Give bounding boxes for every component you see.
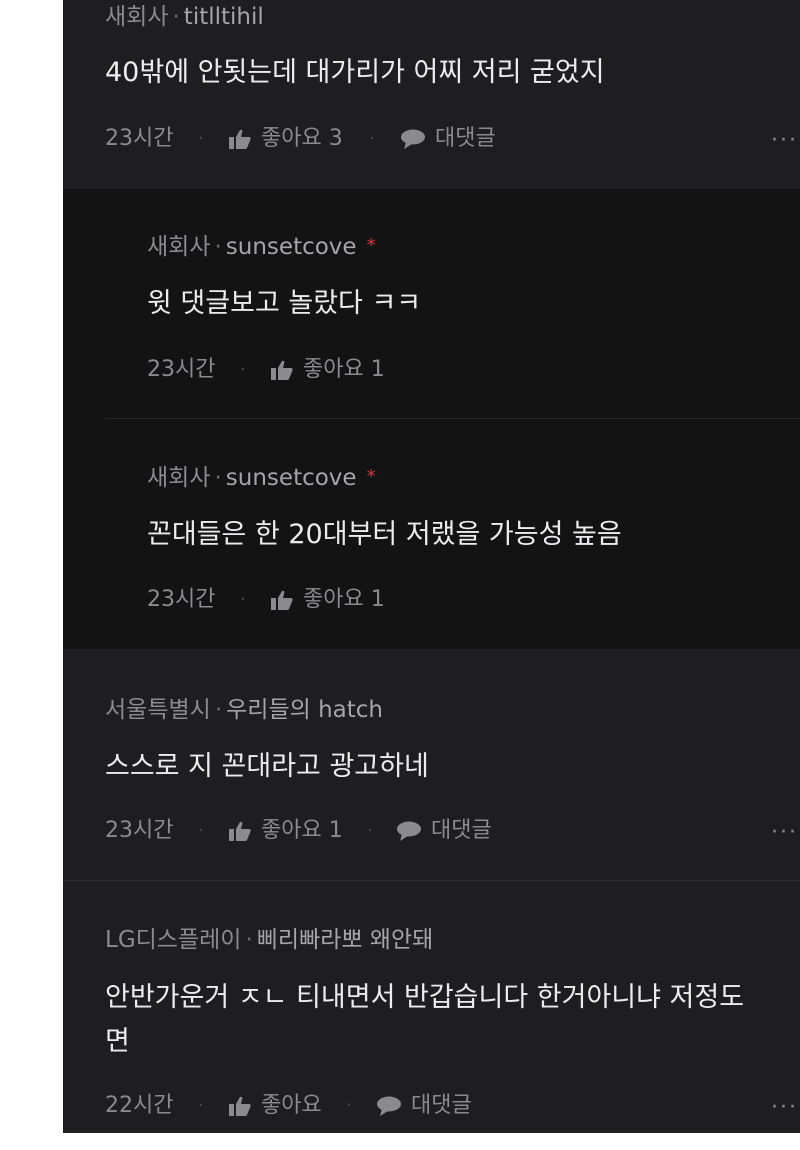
reply-label: 대댓글	[435, 126, 496, 151]
comment-meta: 새회사 · titlltihil	[105, 2, 264, 32]
like-count: 좋아요 3	[261, 126, 343, 151]
like-button[interactable]: 좋아요 1	[229, 816, 343, 846]
comment-author[interactable]: 삐리빠라뽀 왜안돼	[257, 927, 434, 953]
reply-button[interactable]: 대댓글	[397, 816, 492, 846]
more-dots-icon[interactable]: ···	[771, 1093, 798, 1123]
action-separator: ·	[346, 1095, 352, 1116]
reply-item: 새회사 · sunsetcove * 윗 댓글보고 놀랐다 ㅋㅋ 23시간 · 좋아요…	[105, 189, 800, 419]
action-separator: ·	[198, 1095, 204, 1116]
more-dots-icon[interactable]: ···	[771, 818, 798, 848]
comment-actions: 23시간 · 좋아요 1 · 대댓글 ···	[105, 816, 800, 846]
reply-label: 대댓글	[411, 1093, 472, 1118]
reply-label: 대댓글	[431, 818, 492, 843]
like-count: 좋아요 1	[303, 357, 385, 382]
action-separator: ·	[240, 359, 246, 380]
comment-location: 새회사	[105, 4, 169, 30]
comment-meta: 서울특별시 · 우리들의 hatch	[105, 695, 383, 725]
like-count: 좋아요 1	[261, 818, 343, 843]
like-count: 좋아요	[261, 1093, 322, 1118]
like-button[interactable]: 좋아요	[229, 1091, 322, 1121]
comment-text-line-2: 면	[105, 1026, 130, 1057]
comment-meta: LG디스플레이 · 삐리빠라뽀 왜안돼	[105, 925, 433, 955]
thumbs-up-icon	[229, 1096, 251, 1116]
more-dots-icon[interactable]: ···	[771, 126, 798, 156]
meta-separator: ·	[245, 927, 253, 953]
comment-author[interactable]: 우리들의 hatch	[226, 697, 383, 723]
reply-location: 새회사	[147, 234, 211, 260]
like-button[interactable]: 좋아요 3	[229, 124, 343, 154]
reply-button[interactable]: 대댓글	[377, 1091, 472, 1121]
reply-location: 새회사	[147, 465, 211, 491]
meta-separator: ·	[214, 465, 222, 491]
speech-bubble-icon	[401, 129, 425, 149]
reply-item: 새회사 · sunsetcove * 꼰대들은 한 20대부터 저랬을 가능성 높음 …	[105, 418, 800, 649]
comment-item: 새회사 · titlltihil 40밖에 안됫는데 대가리가 어찌 저리 굳었지 …	[63, 0, 800, 190]
author-badge: *	[366, 235, 376, 256]
reply-time: 23시간	[147, 357, 216, 382]
speech-bubble-icon	[397, 821, 421, 841]
comment-location: LG디스플레이	[105, 927, 242, 953]
comment-text: 스스로 지 꼰대라고 광고하네	[105, 751, 429, 782]
action-separator: ·	[240, 589, 246, 610]
comment-location: 서울특별시	[105, 697, 211, 723]
comment-time: 22시간	[105, 1093, 174, 1118]
thumbs-up-icon	[229, 129, 251, 149]
reply-text: 윗 댓글보고 놀랐다 ㅋㅋ	[147, 288, 422, 319]
comment-item: 서울특별시 · 우리들의 hatch 스스로 지 꼰대라고 광고하네 23시간 · …	[63, 649, 800, 881]
reply-actions: 23시간 · 좋아요 1	[147, 585, 800, 615]
like-button[interactable]: 좋아요 1	[271, 585, 385, 615]
action-separator: ·	[369, 128, 375, 149]
thumbs-up-icon	[271, 360, 293, 380]
reply-text: 꼰대들은 한 20대부터 저랬을 가능성 높음	[147, 519, 622, 550]
meta-separator: ·	[172, 4, 180, 30]
comment-actions: 22시간 · 좋아요 · 대댓글 ···	[105, 1091, 800, 1121]
comment-author[interactable]: titlltihil	[184, 4, 264, 30]
comment-actions: 23시간 · 좋아요 3 · 대댓글 ···	[105, 124, 800, 154]
reply-time: 23시간	[147, 587, 216, 612]
speech-bubble-icon	[377, 1096, 401, 1116]
action-separator: ·	[198, 820, 204, 841]
action-separator: ·	[198, 128, 204, 149]
like-count: 좋아요 1	[303, 587, 385, 612]
meta-separator: ·	[214, 697, 223, 723]
reply-meta: 새회사 · sunsetcove *	[147, 463, 376, 495]
meta-separator: ·	[214, 234, 222, 260]
comments-screen: 새회사 · titlltihil 40밖에 안됫는데 대가리가 어찌 저리 굳었지 …	[63, 0, 800, 1133]
thumbs-up-icon	[229, 821, 251, 841]
reply-author[interactable]: sunsetcove	[226, 234, 357, 260]
comment-item: LG디스플레이 · 삐리빠라뽀 왜안돼 안반가운거 ㅈㄴ 티내면서 반갑습니다 한거…	[63, 880, 800, 1133]
reply-button[interactable]: 대댓글	[401, 124, 496, 154]
like-button[interactable]: 좋아요 1	[271, 355, 385, 385]
author-badge: *	[366, 466, 376, 487]
reply-meta: 새회사 · sunsetcove *	[147, 232, 376, 264]
reply-actions: 23시간 · 좋아요 1	[147, 355, 800, 385]
thumbs-up-icon	[271, 590, 293, 610]
comment-time: 23시간	[105, 818, 174, 843]
action-separator: ·	[367, 820, 373, 841]
comment-time: 23시간	[105, 126, 174, 151]
reply-author[interactable]: sunsetcove	[226, 465, 357, 491]
reply-thread: 새회사 · sunsetcove * 윗 댓글보고 놀랐다 ㅋㅋ 23시간 · 좋아요…	[63, 189, 800, 649]
comment-text: 40밖에 안됫는데 대가리가 어찌 저리 굳었지	[105, 57, 605, 88]
comment-text-line-1: 안반가운거 ㅈㄴ 티내면서 반갑습니다 한거아니냐 저정도	[105, 982, 745, 1013]
